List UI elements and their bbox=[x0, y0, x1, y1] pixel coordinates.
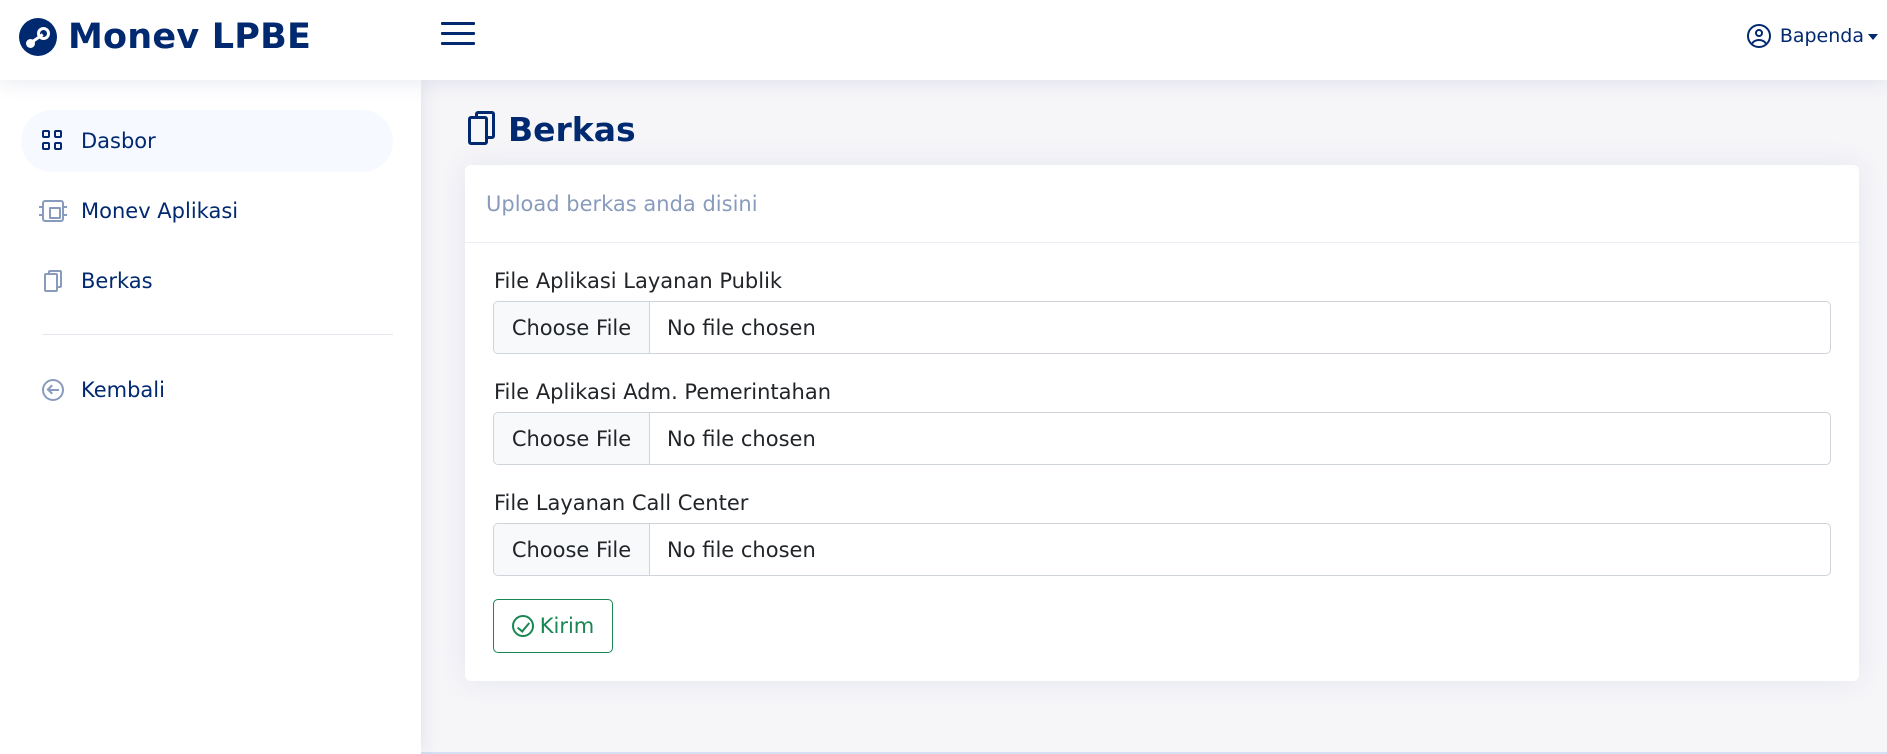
field-label: File Aplikasi Adm. Pemerintahan bbox=[494, 380, 832, 404]
user-name: Bapenda bbox=[1779, 25, 1864, 47]
sidebar-item-dasbor[interactable]: Dasbor bbox=[21, 110, 393, 172]
sidebar-item-label: Monev Aplikasi bbox=[81, 199, 239, 223]
upload-card: Upload berkas anda disini File Aplikasi … bbox=[465, 165, 1859, 681]
field-label: File Layanan Call Center bbox=[494, 491, 749, 515]
app-title: Monev LPBE bbox=[68, 17, 312, 57]
choose-file-button[interactable]: Choose File bbox=[494, 302, 650, 353]
arrow-left-circle-icon bbox=[42, 379, 64, 401]
sidebar-toggle-icon[interactable] bbox=[441, 20, 475, 48]
user-menu[interactable]: Bapenda bbox=[1746, 22, 1878, 50]
page-title-text: Berkas bbox=[508, 109, 636, 149]
card-header: Upload berkas anda disini bbox=[465, 165, 1859, 243]
sidebar-item-berkas[interactable]: Berkas bbox=[21, 250, 393, 312]
file-status: No file chosen bbox=[667, 537, 816, 562]
sidebar-item-monev-aplikasi[interactable]: Monev Aplikasi bbox=[21, 180, 393, 242]
field-label: File Aplikasi Layanan Publik bbox=[494, 269, 783, 293]
files-icon bbox=[42, 270, 64, 292]
sidebar-item-kembali[interactable]: Kembali bbox=[21, 359, 393, 421]
steam-logo-icon bbox=[19, 18, 57, 56]
card-header-text: Upload berkas anda disini bbox=[486, 191, 758, 216]
submit-label: Kirim bbox=[539, 614, 595, 638]
grid-icon bbox=[42, 130, 64, 152]
logo[interactable]: Monev LPBE bbox=[19, 17, 311, 57]
file-input-layanan-publik[interactable]: Choose File No file chosen bbox=[493, 301, 1831, 354]
sidebar: Dasbor Monev Aplikasi Berkas Kembali bbox=[0, 80, 421, 754]
choose-file-button[interactable]: Choose File bbox=[494, 524, 650, 575]
choose-file-button[interactable]: Choose File bbox=[494, 413, 650, 464]
sidebar-item-label: Berkas bbox=[81, 269, 153, 293]
file-status: No file chosen bbox=[667, 315, 816, 340]
file-status: No file chosen bbox=[667, 426, 816, 451]
page-title: Berkas bbox=[467, 109, 636, 149]
sidebar-divider bbox=[42, 334, 393, 335]
cpu-icon bbox=[39, 200, 67, 222]
header: Monev LPBE Bapenda bbox=[0, 0, 1887, 80]
file-input-call-center[interactable]: Choose File No file chosen bbox=[493, 523, 1831, 576]
files-icon bbox=[467, 111, 497, 147]
caret-down-icon bbox=[1868, 34, 1878, 40]
sidebar-item-label: Kembali bbox=[81, 378, 165, 402]
submit-button[interactable]: Kirim bbox=[493, 599, 613, 653]
file-input-adm-pemerintahan[interactable]: Choose File No file chosen bbox=[493, 412, 1831, 465]
check-circle-icon bbox=[511, 615, 534, 637]
person-circle-icon bbox=[1746, 24, 1771, 48]
sidebar-item-label: Dasbor bbox=[81, 129, 156, 153]
